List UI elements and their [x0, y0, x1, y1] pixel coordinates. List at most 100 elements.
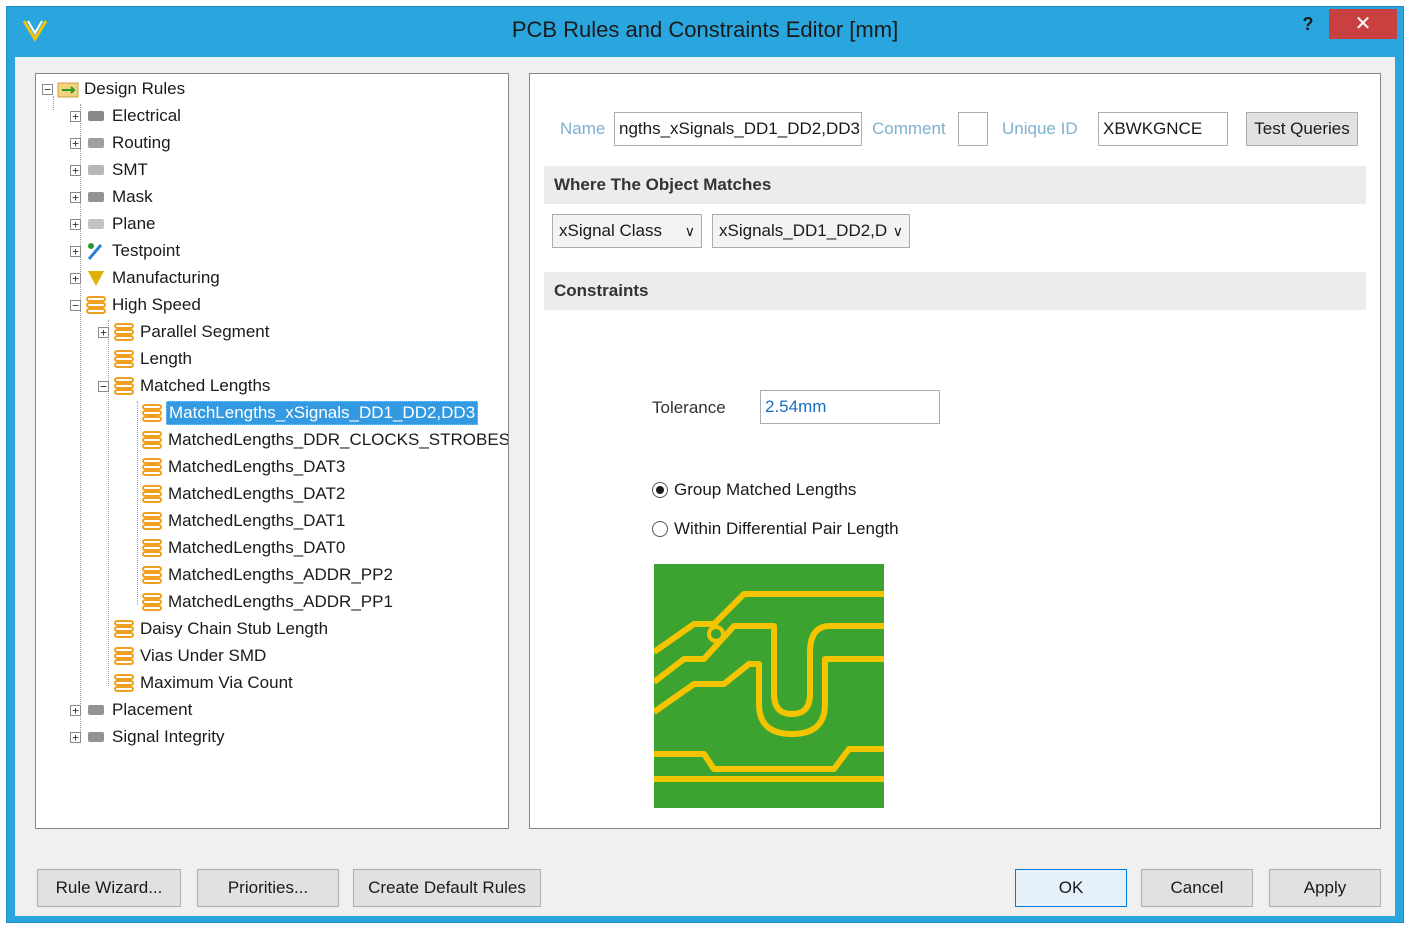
collapse-icon[interactable]: − — [70, 299, 81, 311]
close-button[interactable]: ✕ — [1329, 9, 1397, 39]
rule-wizard-button[interactable]: Rule Wizard... — [37, 869, 181, 907]
tree-node-label: Plane — [112, 214, 156, 233]
rule-icon — [114, 350, 134, 368]
tree-node[interactable]: Daisy Chain Stub Length — [98, 616, 330, 642]
tree-node-label: Placement — [112, 700, 193, 719]
tree-node-label: Parallel Segment — [140, 322, 270, 341]
query-type-select[interactable]: xSignal Class ∨ — [552, 214, 702, 248]
tree-node-label: MatchedLengths_DAT3 — [168, 457, 346, 476]
tree-node[interactable]: − High Speed — [70, 292, 203, 318]
expand-icon[interactable]: + — [70, 272, 81, 284]
rule-icon — [142, 566, 162, 584]
manufacturing-icon — [88, 271, 104, 286]
title-bar[interactable]: PCB Rules and Constraints Editor [mm] ? … — [7, 7, 1403, 53]
tree-node-label: Manufacturing — [112, 268, 220, 287]
tree-node[interactable]: Maximum Via Count — [98, 670, 295, 696]
apply-button[interactable]: Apply — [1269, 869, 1381, 907]
expand-icon[interactable]: + — [70, 164, 81, 176]
help-button[interactable]: ? — [1295, 11, 1321, 37]
tree-node[interactable]: MatchedLengths_DAT2 — [126, 481, 347, 507]
expand-icon[interactable]: + — [70, 218, 81, 230]
expand-icon[interactable]: + — [70, 704, 81, 716]
tree-node-label: Signal Integrity — [112, 727, 225, 746]
ok-button[interactable]: OK — [1015, 869, 1127, 907]
tree-node-label: Testpoint — [112, 241, 181, 260]
name-field[interactable]: ngths_xSignals_DD1_DD2,DD3 — [614, 112, 862, 146]
testpoint-icon — [87, 243, 103, 260]
where-section-header: Where The Object Matches — [544, 166, 1366, 204]
plane-icon — [88, 219, 104, 229]
comment-field[interactable] — [958, 112, 988, 146]
create-default-rules-button[interactable]: Create Default Rules — [353, 869, 541, 907]
tree-node[interactable]: + Parallel Segment — [98, 319, 271, 345]
tree-node-label: MatchLengths_xSignals_DD1_DD2,DD3 — [166, 401, 479, 425]
tree-node-label: MatchedLengths_ADDR_PP2 — [168, 565, 393, 584]
expand-icon[interactable]: + — [70, 191, 81, 203]
rule-detail-panel: Name ngths_xSignals_DD1_DD2,DD3 Comment … — [529, 73, 1381, 829]
tree-node[interactable]: MatchedLengths_DAT3 — [126, 454, 347, 480]
tree-node[interactable]: + SMT — [70, 157, 150, 183]
tree-node[interactable]: + Manufacturing — [70, 265, 222, 291]
cancel-button[interactable]: Cancel — [1141, 869, 1253, 907]
signal-integrity-icon — [88, 732, 104, 742]
tolerance-field[interactable]: 2.54mm — [760, 390, 940, 424]
rule-icon — [142, 593, 162, 611]
tree-node[interactable]: + Signal Integrity — [70, 724, 226, 750]
tree-node[interactable]: MatchedLengths_ADDR_PP2 — [126, 562, 395, 588]
placement-icon — [88, 705, 104, 715]
smt-icon — [88, 165, 104, 175]
tree-node[interactable]: − Matched Lengths — [98, 373, 272, 399]
expand-icon[interactable]: + — [70, 137, 81, 149]
query-value-select[interactable]: xSignals_DD1_DD2,D ∨ — [712, 214, 910, 248]
tree-node-label: Mask — [112, 187, 153, 206]
tree-node[interactable]: + Mask — [70, 184, 155, 210]
high-speed-icon — [86, 296, 106, 314]
tree-node[interactable]: + Routing — [70, 130, 173, 156]
test-queries-button[interactable]: Test Queries — [1246, 112, 1358, 146]
rule-icon — [142, 404, 162, 422]
constraints-section-header: Constraints — [544, 272, 1366, 310]
tree-node[interactable]: MatchedLengths_DDR_CLOCKS_STROBES — [126, 427, 508, 453]
expand-icon[interactable]: + — [70, 110, 81, 122]
priorities-button[interactable]: Priorities... — [197, 869, 339, 907]
radio-selected-icon — [652, 482, 668, 498]
expand-icon[interactable]: + — [98, 326, 109, 338]
tree-node-label: MatchedLengths_DAT0 — [168, 538, 346, 557]
name-label: Name — [560, 119, 606, 138]
tree-node[interactable]: − Design Rules — [42, 76, 187, 102]
rule-icon — [142, 431, 162, 449]
group-matched-lengths-label: Group Matched Lengths — [674, 480, 857, 499]
matched-lengths-illustration — [654, 564, 884, 808]
expand-icon[interactable]: + — [70, 245, 81, 257]
electrical-icon — [88, 111, 104, 121]
query-value: xSignals_DD1_DD2,D — [719, 221, 888, 240]
group-matched-lengths-radio[interactable]: Group Matched Lengths — [652, 480, 856, 500]
tree-node[interactable]: + Electrical — [70, 103, 183, 129]
query-type-value: xSignal Class — [559, 221, 662, 240]
tree-node-label: Vias Under SMD — [140, 646, 267, 665]
tree-node[interactable]: MatchedLengths_DAT1 — [126, 508, 347, 534]
tree-node[interactable]: MatchLengths_xSignals_DD1_DD2,DD3 — [126, 400, 479, 426]
unique-id-field[interactable]: XBWKGNCE — [1098, 112, 1228, 146]
tree-node[interactable]: + Plane — [70, 211, 157, 237]
tree-node-label: Daisy Chain Stub Length — [140, 619, 329, 638]
tree-node[interactable]: MatchedLengths_DAT0 — [126, 535, 347, 561]
collapse-icon[interactable]: − — [98, 380, 109, 392]
tree-node-label: Design Rules — [84, 79, 186, 98]
tree-node[interactable]: + Testpoint — [70, 238, 182, 264]
unique-id-label: Unique ID — [1002, 119, 1078, 138]
within-diff-pair-label: Within Differential Pair Length — [674, 519, 899, 538]
tree-node[interactable]: + Placement — [70, 697, 194, 723]
within-diff-pair-radio[interactable]: Within Differential Pair Length — [652, 519, 899, 539]
collapse-icon[interactable]: − — [42, 83, 53, 95]
tree-node-label: Length — [140, 349, 192, 368]
rules-tree[interactable]: − Design Rules + Electrical + Routing + SMT + Mas… — [35, 73, 509, 829]
expand-icon[interactable]: + — [70, 731, 81, 743]
tree-node[interactable]: Length — [98, 346, 194, 372]
rule-icon — [142, 458, 162, 476]
tree-node-label: Electrical — [112, 106, 181, 125]
tree-node-label: Matched Lengths — [140, 376, 271, 395]
tree-node[interactable]: MatchedLengths_ADDR_PP1 — [126, 589, 395, 615]
tree-node-label: MatchedLengths_DAT2 — [168, 484, 346, 503]
tree-node[interactable]: Vias Under SMD — [98, 643, 268, 669]
